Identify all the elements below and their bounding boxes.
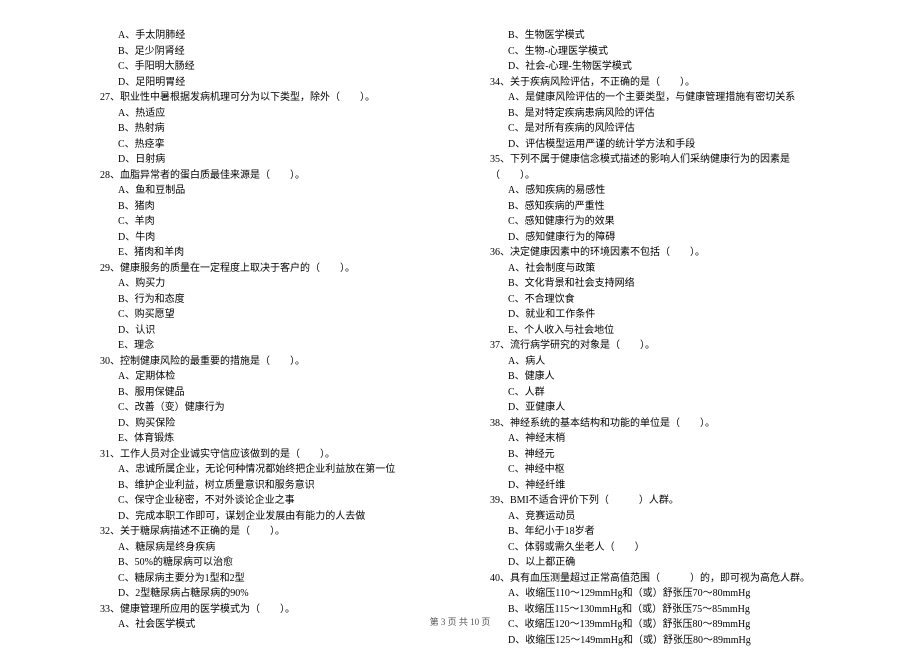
option-text: C、购买愿望 [100, 307, 430, 323]
option-text: D、社会-心理-生物医学模式 [490, 59, 820, 75]
question-text: 32、关于糖尿病描述不正确的是（ ）。 [100, 524, 430, 540]
option-text: C、糖尿病主要分为1型和2型 [100, 571, 430, 587]
option-text: B、热射病 [100, 121, 430, 137]
option-text: A、感知疾病的易感性 [490, 183, 820, 199]
option-text: C、体弱或需久坐老人（ ） [490, 540, 820, 556]
question-text: 35、下列不属于健康信念模式描述的影响人们采纳健康行为的因素是（ ）。 [490, 152, 820, 183]
option-text: C、羊肉 [100, 214, 430, 230]
option-text: A、社会制度与政策 [490, 261, 820, 277]
question-text: 37、流行病学研究的对象是（ ）。 [490, 338, 820, 354]
option-text: D、收缩压125～149mmHg和（或）舒张压80～89mmHg [490, 633, 820, 649]
option-text: D、亚健康人 [490, 400, 820, 416]
option-text: A、忠诚所属企业，无论何种情况都始终把企业利益放在第一位 [100, 462, 430, 478]
option-text: D、足阳明胃经 [100, 75, 430, 91]
option-text: B、年纪小于18岁者 [490, 524, 820, 540]
question-text: 31、工作人员对企业诚实守信应该做到的是（ ）。 [100, 447, 430, 463]
option-text: B、50%的糖尿病可以治愈 [100, 555, 430, 571]
option-text: C、是对所有疾病的风险评估 [490, 121, 820, 137]
option-text: A、竞赛运动员 [490, 509, 820, 525]
option-text: A、收缩压110～129mmHg和（或）舒张压70～80mmHg [490, 586, 820, 602]
option-text: E、个人收入与社会地位 [490, 323, 820, 339]
question-text: 29、健康服务的质量在一定程度上取决于客户的（ ）。 [100, 261, 430, 277]
option-text: B、猪肉 [100, 199, 430, 215]
right-column: B、生物医学模式C、生物-心理医学模式D、社会-心理-生物医学模式34、关于疾病… [490, 28, 820, 648]
option-text: C、保守企业秘密，不对外谈论企业之事 [100, 493, 430, 509]
question-text: 27、职业性中暑根据发病机理可分为以下类型，除外（ ）。 [100, 90, 430, 106]
page-footer: 第 3 页 共 10 页 [0, 615, 920, 628]
question-text: 39、BMI不适合评价下列（ ）人群。 [490, 493, 820, 509]
option-text: A、神经末梢 [490, 431, 820, 447]
option-text: A、鱼和豆制品 [100, 183, 430, 199]
option-text: C、神经中枢 [490, 462, 820, 478]
question-text: 38、神经系统的基本结构和功能的单位是（ ）。 [490, 416, 820, 432]
option-text: C、不合理饮食 [490, 292, 820, 308]
option-text: A、糖尿病是终身疾病 [100, 540, 430, 556]
question-text: 40、具有血压测量超过正常高值范围（ ）的，即可视为高危人群。 [490, 571, 820, 587]
option-text: E、猪肉和羊肉 [100, 245, 430, 261]
option-text: B、足少阴肾经 [100, 44, 430, 60]
option-text: C、改善（变）健康行为 [100, 400, 430, 416]
option-text: D、感知健康行为的障碍 [490, 230, 820, 246]
question-text: 28、血脂异常者的蛋白质最佳来源是（ ）。 [100, 168, 430, 184]
option-text: B、文化背景和社会支持网络 [490, 276, 820, 292]
option-text: B、神经元 [490, 447, 820, 463]
option-text: B、生物医学模式 [490, 28, 820, 44]
option-text: E、体育锻炼 [100, 431, 430, 447]
option-text: D、评估模型运用严谨的统计学方法和手段 [490, 137, 820, 153]
option-text: D、就业和工作条件 [490, 307, 820, 323]
option-text: A、购买力 [100, 276, 430, 292]
option-text: C、感知健康行为的效果 [490, 214, 820, 230]
option-text: D、牛肉 [100, 230, 430, 246]
option-text: A、热适应 [100, 106, 430, 122]
option-text: B、服用保健品 [100, 385, 430, 401]
option-text: A、病人 [490, 354, 820, 370]
option-text: D、2型糖尿病占糖尿病的90% [100, 586, 430, 602]
option-text: B、是对特定疾病患病风险的评估 [490, 106, 820, 122]
option-text: B、健康人 [490, 369, 820, 385]
option-text: E、理念 [100, 338, 430, 354]
option-text: D、以上都正确 [490, 555, 820, 571]
page-container: A、手太阴肺经B、足少阴肾经C、手阳明大肠经D、足阳明胃经27、职业性中暑根据发… [0, 0, 920, 648]
option-text: B、感知疾病的严重性 [490, 199, 820, 215]
option-text: A、是健康风险评估的一个主要类型，与健康管理措施有密切关系 [490, 90, 820, 106]
option-text: D、日射病 [100, 152, 430, 168]
option-text: D、完成本职工作即可，谋划企业发展由有能力的人去做 [100, 509, 430, 525]
option-text: B、维护企业利益，树立质量意识和服务意识 [100, 478, 430, 494]
option-text: C、手阳明大肠经 [100, 59, 430, 75]
option-text: B、行为和态度 [100, 292, 430, 308]
option-text: D、认识 [100, 323, 430, 339]
option-text: C、人群 [490, 385, 820, 401]
option-text: C、热痉挛 [100, 137, 430, 153]
option-text: A、手太阴肺经 [100, 28, 430, 44]
option-text: D、购买保险 [100, 416, 430, 432]
option-text: D、神经纤维 [490, 478, 820, 494]
left-column: A、手太阴肺经B、足少阴肾经C、手阳明大肠经D、足阳明胃经27、职业性中暑根据发… [100, 28, 430, 648]
question-text: 30、控制健康风险的最重要的措施是（ ）。 [100, 354, 430, 370]
option-text: C、生物-心理医学模式 [490, 44, 820, 60]
option-text: A、定期体检 [100, 369, 430, 385]
question-text: 34、关于疾病风险评估，不正确的是（ ）。 [490, 75, 820, 91]
question-text: 36、决定健康因素中的环境因素不包括（ ）。 [490, 245, 820, 261]
